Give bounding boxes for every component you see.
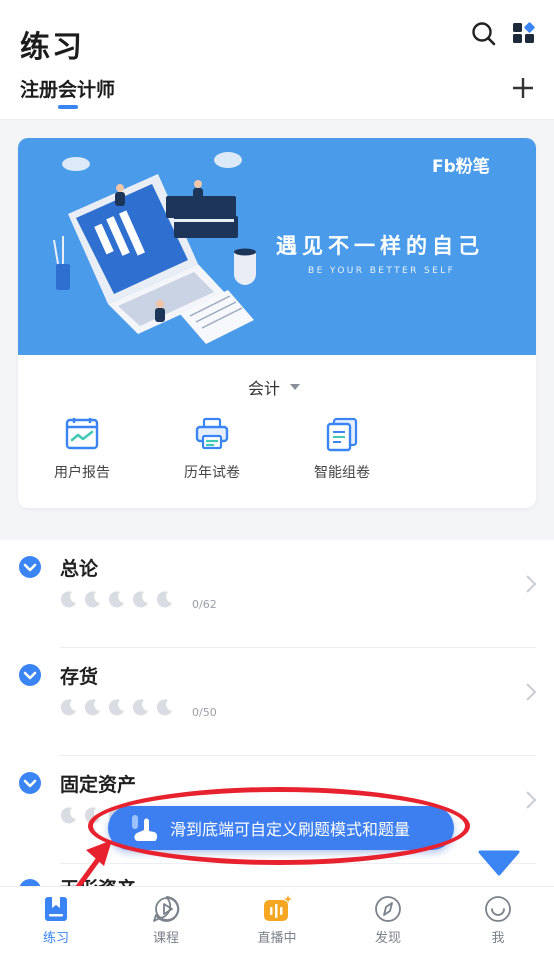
smile-face-icon <box>485 896 511 922</box>
scroll-hint-text: 滑到底端可自定义刷题模式和题量 <box>170 820 411 839</box>
mastery-moons <box>60 590 174 608</box>
tab-course[interactable]: 课程 <box>126 895 206 946</box>
banner-title: 遇见不一样的自己 <box>276 234 484 258</box>
page-title: 练习 <box>20 30 84 65</box>
banner-subtitle: BE YOUR BETTER SELF <box>308 266 456 276</box>
tab-label: 课程 <box>152 931 179 946</box>
expand-check-icon[interactable] <box>18 771 42 795</box>
expand-check-icon[interactable] <box>18 555 42 579</box>
scroll-to-bottom-icon[interactable] <box>478 848 520 876</box>
compass-icon <box>375 896 401 922</box>
bottom-tab-bar: 练习 课程 直播中 发现 我 <box>0 886 554 955</box>
chapter-title: 总论 <box>60 558 99 580</box>
moon-icon <box>60 591 76 608</box>
brand-logo: Fb粉笔 <box>432 157 490 177</box>
practice-card: Fb粉笔 遇见不一样的自己 BE YOUR BETTER SELF 会计 用户报… <box>18 138 536 508</box>
moon-icon <box>156 591 172 608</box>
tab-label: 直播中 <box>257 931 297 946</box>
moon-icon <box>84 807 100 824</box>
tool-user-report[interactable]: 用户报告 <box>42 416 122 482</box>
moon-icon <box>60 699 76 716</box>
tool-past-papers[interactable]: 历年试卷 <box>172 416 252 482</box>
chapter-progress: 0/62 <box>192 598 217 611</box>
moon-icon <box>132 591 148 608</box>
moon-icon <box>132 699 148 716</box>
chapter-item[interactable]: 总论 0/62 <box>0 540 554 648</box>
moon-icon <box>84 591 100 608</box>
chapter-title: 存货 <box>60 666 99 688</box>
chapter-item[interactable]: 存货 0/50 <box>0 648 554 756</box>
tab-label: 发现 <box>374 931 401 946</box>
tab-active-indicator <box>58 105 78 109</box>
tab-practice[interactable]: 练习 <box>16 895 96 946</box>
moon-icon <box>108 591 124 608</box>
practice-book-icon <box>45 897 67 921</box>
tab-label: 练习 <box>42 931 69 946</box>
caret-down-icon <box>290 384 301 390</box>
scroll-hint-toast[interactable]: 滑到底端可自定义刷题模式和题量 <box>108 806 454 850</box>
tab-live[interactable]: 直播中 <box>237 895 317 946</box>
search-icon[interactable] <box>470 20 498 48</box>
chapter-progress: 0/50 <box>192 706 217 719</box>
tab-me[interactable]: 我 <box>458 895 538 946</box>
banner-illustration <box>53 152 256 344</box>
tab-subject[interactable]: 注册会计师 <box>20 75 115 102</box>
chevron-right-icon <box>526 683 537 701</box>
moon-icon <box>156 699 172 716</box>
expand-check-icon[interactable] <box>18 878 42 886</box>
subject-dropdown[interactable]: 会计 <box>248 375 301 399</box>
moon-icon <box>84 699 100 716</box>
chapter-item[interactable]: 无形资产 <box>0 864 554 886</box>
add-icon[interactable] <box>510 75 536 101</box>
apps-grid-icon[interactable] <box>511 20 537 46</box>
chapter-title: 无形资产 <box>60 874 136 886</box>
swipe-hand-icon <box>132 815 158 841</box>
tool-label: 智能组卷 <box>314 465 370 481</box>
banner[interactable]: Fb粉笔 遇见不一样的自己 BE YOUR BETTER SELF <box>18 138 536 355</box>
play-circle-icon <box>153 896 180 922</box>
header: 练习 注册会计师 <box>0 0 554 120</box>
moon-icon <box>60 807 76 824</box>
paper-stack-icon <box>326 417 358 452</box>
tool-label: 历年试卷 <box>184 465 240 481</box>
subject-dropdown-value: 会计 <box>248 379 281 398</box>
chapter-title: 固定资产 <box>60 774 137 796</box>
live-audio-icon <box>264 895 292 921</box>
chevron-right-icon <box>526 575 537 593</box>
printer-icon <box>195 417 229 450</box>
mastery-moons <box>60 698 174 716</box>
tab-discover[interactable]: 发现 <box>348 895 428 946</box>
tool-smart-paper[interactable]: 智能组卷 <box>302 416 382 482</box>
tool-label: 用户报告 <box>54 465 110 481</box>
tab-label: 我 <box>491 931 505 946</box>
expand-check-icon[interactable] <box>18 663 42 687</box>
moon-icon <box>108 699 124 716</box>
chevron-right-icon <box>526 791 537 809</box>
report-icon <box>65 418 99 450</box>
